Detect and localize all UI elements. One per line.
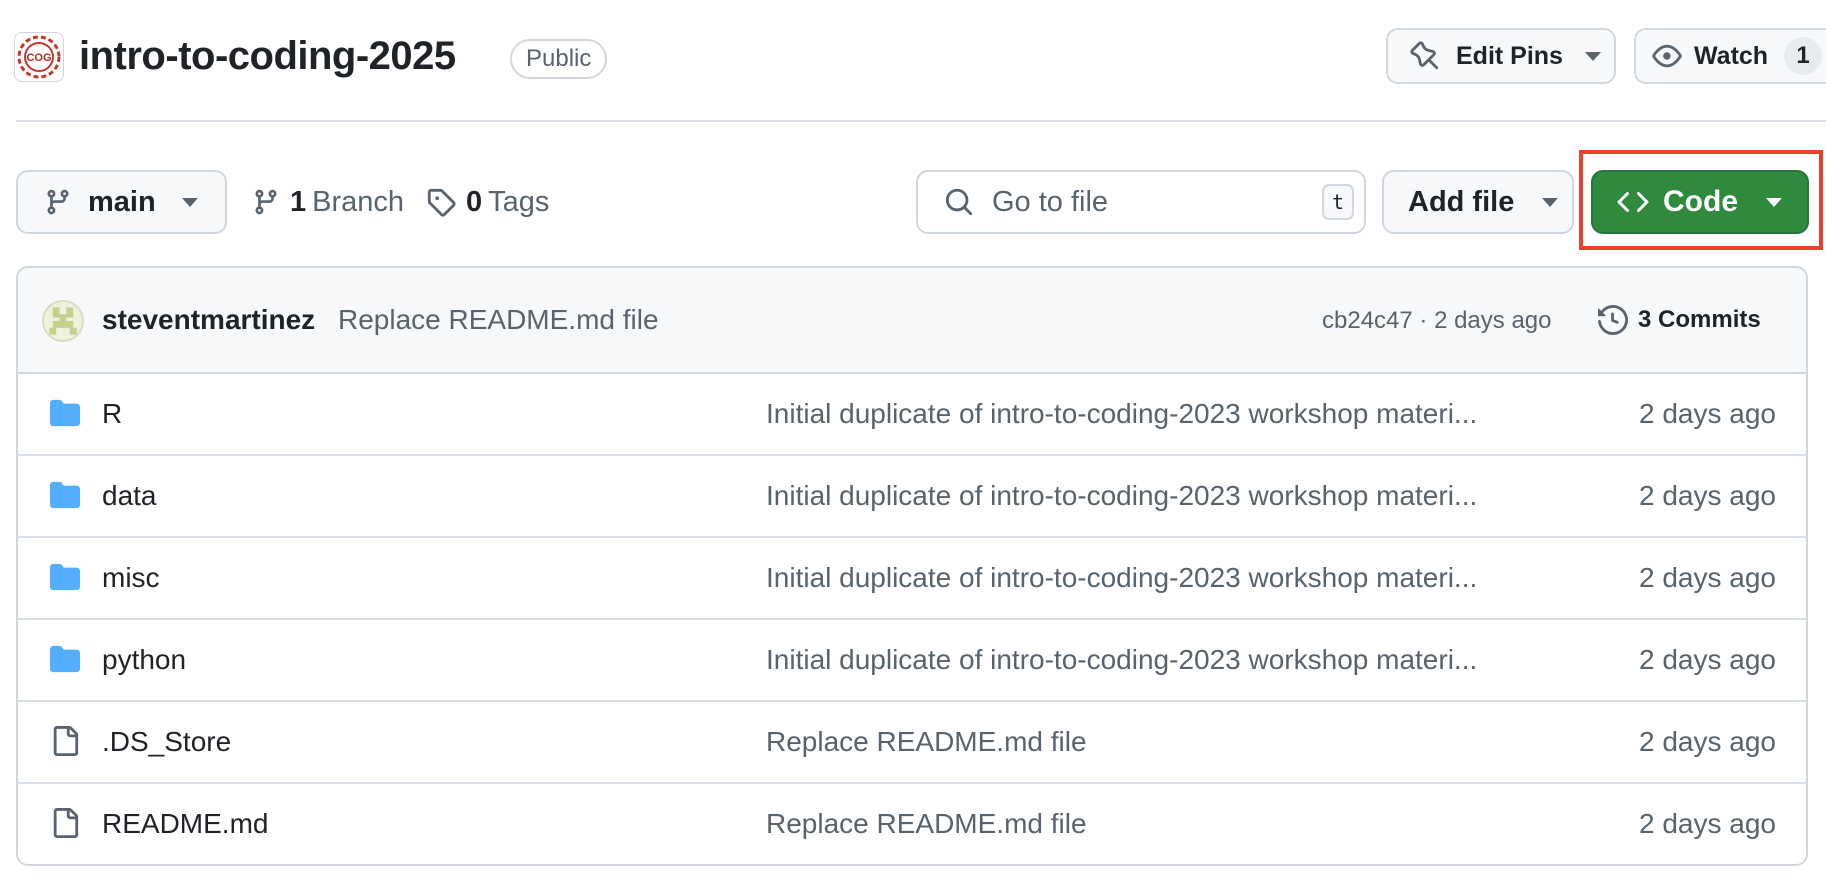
table-row[interactable]: .DS_Store Replace README.md file 2 days ag… bbox=[18, 702, 1806, 784]
watch-button[interactable]: Watch 1 bbox=[1634, 28, 1826, 84]
file-commit-message[interactable]: Replace README.md file bbox=[766, 726, 1546, 758]
file-table: steventmartinez Replace README.md file c… bbox=[16, 266, 1808, 866]
edit-pins-label: Edit Pins bbox=[1456, 41, 1563, 70]
go-to-file-input[interactable]: Go to file t bbox=[916, 170, 1366, 234]
chevron-down-icon bbox=[181, 197, 198, 207]
pin-icon bbox=[1410, 41, 1439, 70]
code-label: Code bbox=[1663, 185, 1738, 218]
repo-avatar[interactable]: COG bbox=[14, 32, 64, 82]
commit-author[interactable]: steventmartinez bbox=[102, 304, 315, 336]
folder-icon bbox=[48, 479, 82, 511]
commits-label: 3 Commits bbox=[1638, 306, 1761, 333]
branch-selector[interactable]: main bbox=[16, 170, 227, 234]
tag-icon bbox=[427, 188, 456, 217]
tag-count: 0 bbox=[466, 185, 483, 218]
file-date: 2 days ago bbox=[1639, 480, 1776, 511]
folder-icon bbox=[48, 561, 82, 593]
latest-commit-bar: steventmartinez Replace README.md file c… bbox=[18, 268, 1806, 374]
branch-count: 1 bbox=[290, 185, 307, 218]
file-name[interactable]: .DS_Store bbox=[102, 726, 231, 758]
folder-icon bbox=[48, 643, 82, 675]
file-icon bbox=[48, 725, 82, 757]
commit-message[interactable]: Replace README.md file bbox=[338, 304, 659, 336]
file-name[interactable]: R bbox=[102, 398, 122, 430]
file-commit-message[interactable]: Replace README.md file bbox=[766, 808, 1546, 840]
branch-label: Branch bbox=[312, 185, 405, 218]
git-branch-icon bbox=[47, 189, 69, 215]
tag-label: Tags bbox=[488, 185, 550, 218]
table-row[interactable]: README.md Replace README.md file 2 days ag… bbox=[18, 784, 1806, 864]
chevron-down-icon bbox=[1584, 51, 1601, 61]
header-divider bbox=[16, 120, 1826, 122]
file-date: 2 days ago bbox=[1639, 726, 1776, 757]
file-name[interactable]: python bbox=[102, 644, 186, 676]
git-branch-icon bbox=[255, 189, 277, 215]
watch-label: Watch bbox=[1694, 41, 1769, 70]
file-date: 2 days ago bbox=[1639, 562, 1776, 593]
search-placeholder: Go to file bbox=[992, 185, 1109, 218]
folder-icon bbox=[48, 397, 82, 429]
file-list: R Initial duplicate of intro-to-coding-20… bbox=[18, 374, 1806, 864]
avatar-text: COG bbox=[26, 52, 51, 64]
avatar[interactable] bbox=[42, 300, 84, 342]
table-row[interactable]: R Initial duplicate of intro-to-coding-20… bbox=[18, 374, 1806, 456]
commit-hash-date[interactable]: cb24c47 · 2 days ago bbox=[1322, 307, 1552, 335]
file-name[interactable]: misc bbox=[102, 562, 160, 594]
tags-link[interactable]: 0 Tags bbox=[426, 170, 549, 234]
chevron-down-icon bbox=[1542, 197, 1559, 207]
file-name[interactable]: data bbox=[102, 480, 157, 512]
edit-pins-button[interactable]: Edit Pins bbox=[1386, 28, 1616, 84]
eye-icon bbox=[1652, 44, 1682, 68]
keyboard-shortcut: t bbox=[1322, 184, 1354, 220]
cog-logo-icon: COG bbox=[17, 35, 61, 79]
identicon-icon bbox=[49, 307, 77, 335]
file-date: 2 days ago bbox=[1639, 398, 1776, 429]
file-commit-message[interactable]: Initial duplicate of intro-to-coding-202… bbox=[766, 562, 1546, 594]
commits-link[interactable]: 3 Commits bbox=[1598, 298, 1761, 342]
table-row[interactable]: misc Initial duplicate of intro-to-coding… bbox=[18, 538, 1806, 620]
search-icon bbox=[945, 188, 973, 216]
code-icon bbox=[1617, 191, 1649, 213]
file-date: 2 days ago bbox=[1639, 644, 1776, 675]
add-file-button[interactable]: Add file bbox=[1382, 170, 1574, 234]
file-commit-message[interactable]: Initial duplicate of intro-to-coding-202… bbox=[766, 398, 1546, 430]
file-icon bbox=[48, 807, 82, 839]
add-file-label: Add file bbox=[1408, 185, 1515, 218]
file-commit-message[interactable]: Initial duplicate of intro-to-coding-202… bbox=[766, 480, 1546, 512]
chevron-down-icon bbox=[1766, 197, 1782, 207]
visibility-badge: Public bbox=[510, 39, 608, 79]
file-name[interactable]: README.md bbox=[102, 808, 268, 840]
table-row[interactable]: data Initial duplicate of intro-to-coding… bbox=[18, 456, 1806, 538]
history-icon bbox=[1598, 305, 1628, 335]
code-button[interactable]: Code bbox=[1591, 170, 1809, 234]
branches-link[interactable]: 1 Branch bbox=[252, 170, 404, 234]
watch-count: 1 bbox=[1784, 37, 1823, 75]
repo-header: COG intro-to-coding-2025 Public Edit Pin… bbox=[14, 28, 1826, 88]
file-commit-message[interactable]: Initial duplicate of intro-to-coding-202… bbox=[766, 644, 1546, 676]
file-date: 2 days ago bbox=[1639, 808, 1776, 839]
repo-name[interactable]: intro-to-coding-2025 bbox=[79, 34, 456, 79]
table-row[interactable]: python Initial duplicate of intro-to-codi… bbox=[18, 620, 1806, 702]
branch-name: main bbox=[88, 185, 156, 218]
